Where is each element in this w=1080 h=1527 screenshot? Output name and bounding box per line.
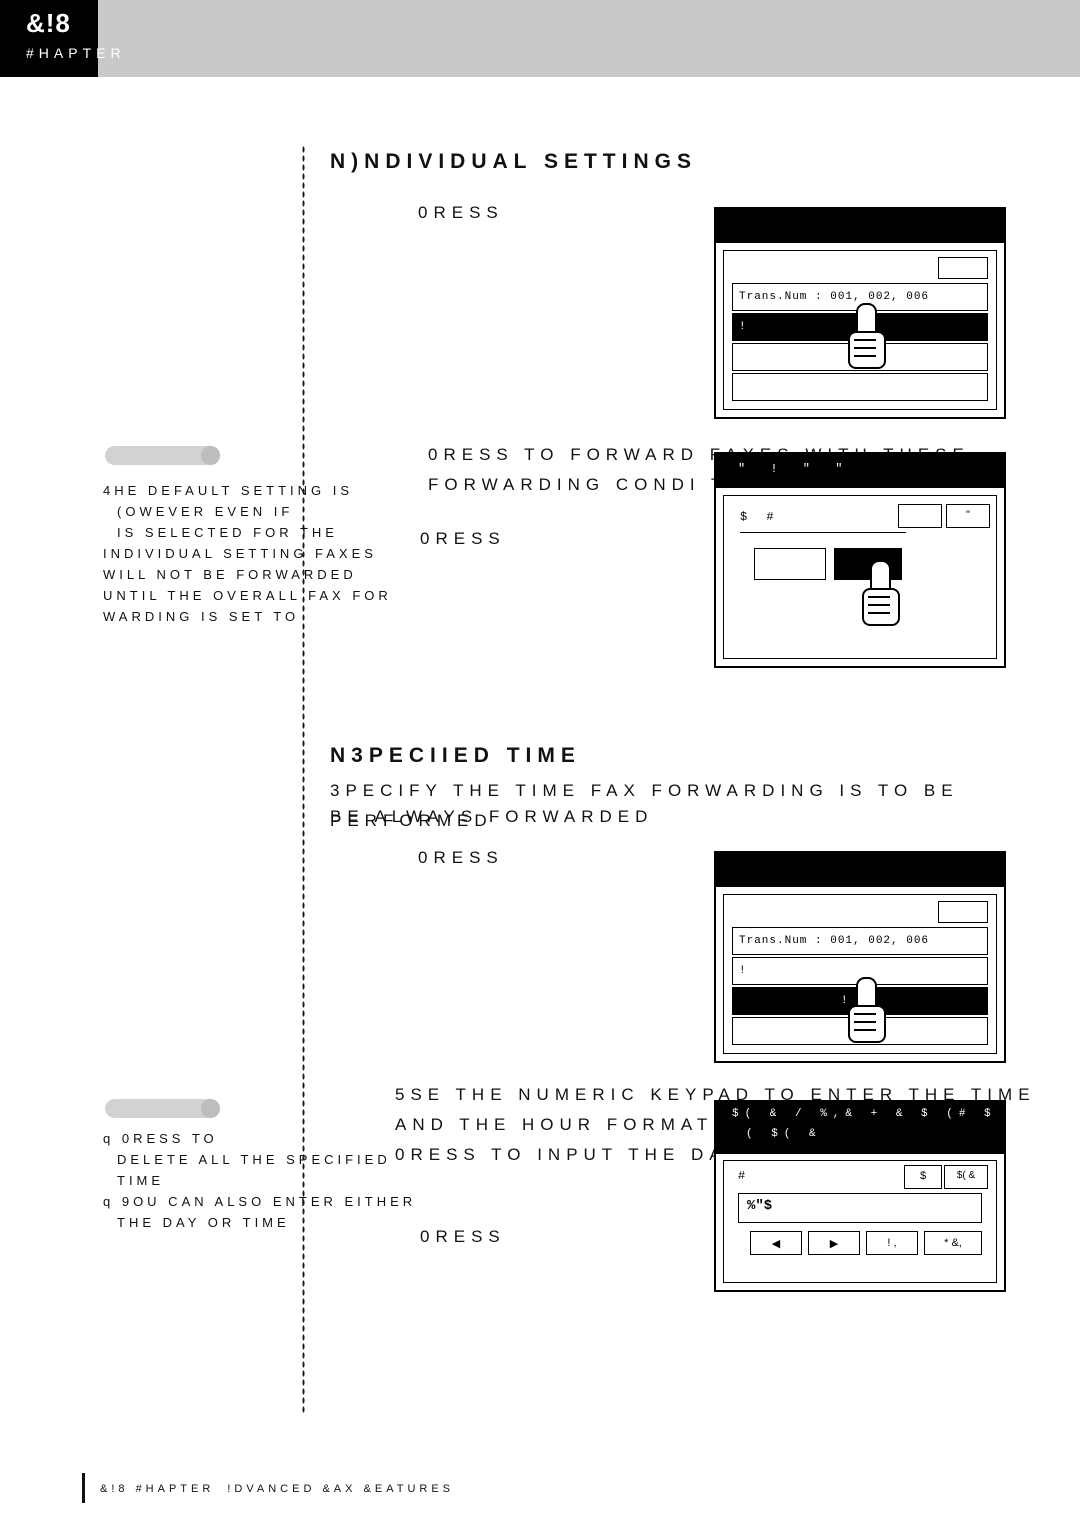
panel-2-button-1[interactable]: " — [946, 504, 990, 528]
panel-4-value-field[interactable]: %"$ — [738, 1193, 982, 1223]
panel-4-key-right[interactable]: ▶ — [808, 1231, 860, 1255]
panel-4-title-bar: $( & / %,& + & $ (# $ ( $( & — [716, 1102, 1004, 1154]
hand-pointer-icon-1 — [848, 303, 886, 369]
device-panel-2: " ! " " $ # " — [714, 452, 1006, 668]
note-2-line-2: TIME — [117, 1173, 165, 1188]
device-panel-3: Trans.Num : 001, 002, 006 ! ! " " — [714, 851, 1006, 1063]
document-page: &!8 #HAPTER N)NDIVIDUAL SETTINGS 0RESS T… — [0, 0, 1080, 1527]
panel-4-title-line-1: $( & / %,& + & $ (# $ — [732, 1108, 997, 1120]
section-heading-individual-settings: N)NDIVIDUAL SETTINGS — [330, 150, 697, 173]
note-text-2: q 0RESS TO DELETE ALL THE SPECIFIED TIME… — [103, 1128, 523, 1233]
panel-1-inner: Trans.Num : 001, 002, 006 ! ! " — [723, 250, 997, 410]
footer-right: !DVANCED &AX &EATURES — [227, 1483, 454, 1495]
hand-pointer-icon-3 — [848, 977, 886, 1043]
note-1-line-4: WILL NOT BE FORWARDED — [103, 567, 357, 582]
panel-4-key-left[interactable]: ◀ — [750, 1231, 802, 1255]
step-text-press-1: 0RESS — [418, 203, 504, 222]
panel-4-key-3[interactable]: * &, — [924, 1231, 982, 1255]
panel-4-button-1-label: $( & — [956, 1170, 976, 1181]
intro-text-line-2: BE ALWAYS FORWARDED — [330, 807, 654, 826]
panel-2-title-bar: " ! " " — [716, 454, 1004, 488]
footer-text: &!8 #HAPTER !DVANCED &AX &EATURES — [100, 1483, 454, 1495]
panel-4-button-1[interactable]: $( & — [944, 1165, 988, 1189]
panel-4-key-2[interactable]: ! , — [866, 1231, 918, 1255]
panel-2-button-1-label: " — [966, 509, 970, 521]
note-1-line-5: UNTIL THE OVERALL FAX FOR — [103, 588, 392, 603]
hand-pointer-icon-2 — [862, 560, 900, 626]
note-2-line-3: q 9OU CAN ALSO ENTER EITHER — [103, 1194, 417, 1209]
note-pill-2 — [105, 1099, 220, 1118]
note-2-line-0: q 0RESS TO — [103, 1131, 218, 1146]
step-text-press-3: 0RESS — [418, 848, 504, 867]
panel-4-button-0-label: $ — [919, 1170, 927, 1182]
note-text-1: 4HE DEFAULT SETTING IS (OWEVER EVEN IF I… — [103, 480, 473, 627]
panel-3-inner: Trans.Num : 001, 002, 006 ! ! " " — [723, 894, 997, 1054]
chapter-header-band — [0, 0, 1080, 77]
step-text-press-2: 0RESS — [420, 529, 506, 548]
panel-4-inner: # $ $( & %"$ ◀ ▶ ! , * &, — [723, 1160, 997, 1283]
section-heading-specified-time: N3PECIIED TIME — [330, 744, 581, 767]
note-1-line-2: IS SELECTED FOR THE — [117, 525, 338, 540]
panel-1-row-2[interactable] — [732, 373, 988, 401]
chapter-number: &!8 — [26, 8, 71, 38]
device-panel-4: $( & / %,& + & $ (# $ ( $( & # $ $( & %"… — [714, 1100, 1006, 1292]
panel-1-corner-button[interactable] — [938, 257, 988, 279]
panel-3-title-bar — [716, 853, 1004, 887]
note-1-line-3: INDIVIDUAL SETTING FAXES — [103, 546, 377, 561]
chapter-header-block: &!8 #HAPTER — [0, 0, 121, 77]
note-1-line-6: WARDING IS SET TO — [103, 609, 300, 624]
panel-3-lcd-line: Trans.Num : 001, 002, 006 — [732, 927, 988, 955]
note-1-line-1: (OWEVER EVEN IF — [117, 504, 294, 519]
panel-2-choice-0[interactable] — [754, 548, 826, 580]
panel-2-title-text: " ! " " — [738, 462, 852, 476]
panel-2-button-0[interactable] — [898, 504, 942, 528]
footer-left: &!8 #HAPTER — [100, 1483, 215, 1495]
note-1-line-0: 4HE DEFAULT SETTING IS — [103, 483, 354, 498]
panel-2-inner: $ # " — [723, 495, 997, 659]
panel-4-value-text: %"$ — [747, 1198, 773, 1214]
panel-2-divider — [740, 532, 906, 533]
note-2-line-4: THE DAY OR TIME — [117, 1215, 290, 1230]
note-pill-1 — [105, 446, 220, 465]
panel-4-title-line-2: ( $( & — [746, 1128, 822, 1140]
panel-4-field-label: # — [738, 1169, 746, 1183]
device-panel-1: Trans.Num : 001, 002, 006 ! ! " — [714, 207, 1006, 419]
chapter-word: #HAPTER — [26, 45, 126, 61]
panel-3-corner-button[interactable] — [938, 901, 988, 923]
panel-4-button-0[interactable]: $ — [904, 1165, 942, 1189]
panel-2-field-label: $ # — [740, 510, 780, 524]
panel-1-title-bar — [716, 209, 1004, 243]
footer-rule — [82, 1473, 85, 1503]
note-2-line-1: DELETE ALL THE SPECIFIED — [117, 1152, 391, 1167]
